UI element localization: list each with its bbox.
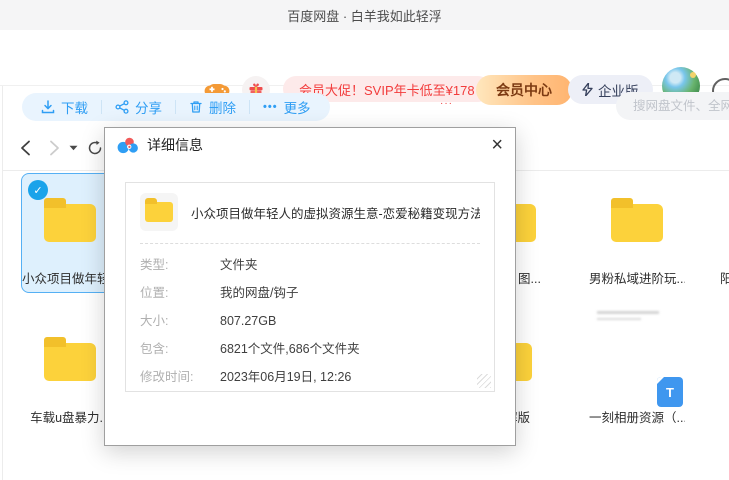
back-button[interactable] bbox=[14, 136, 36, 160]
detail-value: 文件夹 bbox=[220, 251, 258, 279]
member-center-label: 会员中心 bbox=[496, 80, 552, 100]
download-button[interactable]: 下载 bbox=[28, 97, 101, 117]
file-summary-row: 小众项目做年轻人的虚拟资源生意-恋爱秘籍变现方法 bbox=[126, 183, 494, 241]
trash-icon bbox=[189, 100, 203, 114]
dialog-header[interactable]: 详细信息 × bbox=[105, 128, 515, 162]
forward-button[interactable] bbox=[43, 136, 65, 160]
check-icon[interactable]: ✓ bbox=[28, 180, 48, 200]
folder-icon bbox=[44, 204, 96, 242]
baidu-netdisk-window: 百度网盘 · 白羊我如此轻浮 会员大促！SVIP年卡低至¥178 ··· 会员中 bbox=[0, 0, 729, 480]
app-header: 会员大促！SVIP年卡低至¥178 ··· 会员中心 企业版 SVIP1 bbox=[0, 30, 729, 86]
promo-dots: ··· bbox=[440, 98, 453, 109]
delete-button[interactable]: 删除 bbox=[176, 97, 249, 117]
detail-row-size: 大小: 807.27GB bbox=[140, 307, 480, 335]
details-dialog: 详细信息 × 小众项目做年轻人的虚拟资源生意-恋爱秘籍变现方法 类型: 文件夹 … bbox=[104, 127, 516, 446]
file-toolbar: 下载 分享 删除 ••• 更多 bbox=[22, 93, 330, 121]
detail-label: 类型: bbox=[140, 251, 220, 279]
detail-value: 6821个文件,686个文件夹 bbox=[220, 335, 360, 363]
folder-icon bbox=[145, 202, 173, 222]
download-label: 下载 bbox=[61, 97, 88, 117]
dialog-file-name: 小众项目做年轻人的虚拟资源生意-恋爱秘籍变现方法 bbox=[191, 203, 480, 222]
folder-icon bbox=[44, 343, 96, 381]
detail-label: 位置: bbox=[140, 279, 220, 307]
window-title: 百度网盘 · 白羊我如此轻浮 bbox=[287, 6, 442, 25]
file-tile[interactable]: 阳... bbox=[708, 174, 729, 292]
file-name: 阳... bbox=[708, 268, 729, 287]
more-label: 更多 bbox=[284, 97, 311, 117]
detail-row-contains: 包含: 6821个文件,686个文件夹 bbox=[140, 335, 480, 363]
more-button[interactable]: ••• 更多 bbox=[250, 97, 324, 117]
member-center-button[interactable]: 会员中心 bbox=[476, 75, 572, 105]
share-label: 分享 bbox=[135, 97, 162, 117]
share-icon bbox=[115, 100, 129, 114]
dialog-title: 详细信息 bbox=[147, 135, 203, 155]
detail-row-location: 位置: 我的网盘/钩子 bbox=[140, 279, 480, 307]
file-name: 男粉私域进阶玩... bbox=[589, 268, 685, 287]
folder-icon bbox=[611, 204, 663, 242]
resize-grip-icon[interactable] bbox=[477, 374, 491, 388]
details-box: 小众项目做年轻人的虚拟资源生意-恋爱秘籍变现方法 类型: 文件夹 位置: 我的网… bbox=[125, 182, 495, 392]
detail-row-type: 类型: 文件夹 bbox=[140, 251, 480, 279]
detail-rows: 类型: 文件夹 位置: 我的网盘/钩子 大小: 807.27GB 包含: 682… bbox=[126, 244, 494, 391]
more-dots-icon: ••• bbox=[263, 101, 278, 113]
detail-row-modified: 修改时间: 2023年06月19日, 12:26 bbox=[140, 363, 480, 391]
detail-value: 2023年06月19日, 12:26 bbox=[220, 363, 351, 391]
history-dropdown[interactable] bbox=[66, 136, 80, 160]
enterprise-bolt-icon bbox=[582, 83, 593, 96]
download-icon bbox=[41, 100, 55, 114]
detail-value: 我的网盘/钩子 bbox=[220, 279, 298, 307]
redacted-text bbox=[597, 311, 659, 320]
refresh-button[interactable] bbox=[84, 136, 106, 160]
detail-value: 807.27GB bbox=[220, 307, 276, 335]
file-thumb bbox=[140, 193, 178, 231]
detail-label: 包含: bbox=[140, 335, 220, 363]
window-titlebar: 百度网盘 · 白羊我如此轻浮 bbox=[0, 0, 729, 30]
detail-label: 修改时间: bbox=[140, 363, 220, 391]
share-button[interactable]: 分享 bbox=[102, 97, 175, 117]
search-input[interactable] bbox=[616, 92, 729, 120]
file-tile[interactable]: T 一刻相册资源（... bbox=[589, 313, 685, 431]
file-name: 一刻相册资源（... bbox=[589, 407, 685, 426]
detail-label: 大小: bbox=[140, 307, 220, 335]
delete-label: 删除 bbox=[209, 97, 236, 117]
close-icon[interactable]: × bbox=[491, 131, 503, 159]
txt-file-icon: T bbox=[657, 377, 683, 407]
netdisk-logo-icon bbox=[117, 136, 139, 154]
file-tile[interactable]: 男粉私域进阶玩... bbox=[589, 174, 685, 292]
